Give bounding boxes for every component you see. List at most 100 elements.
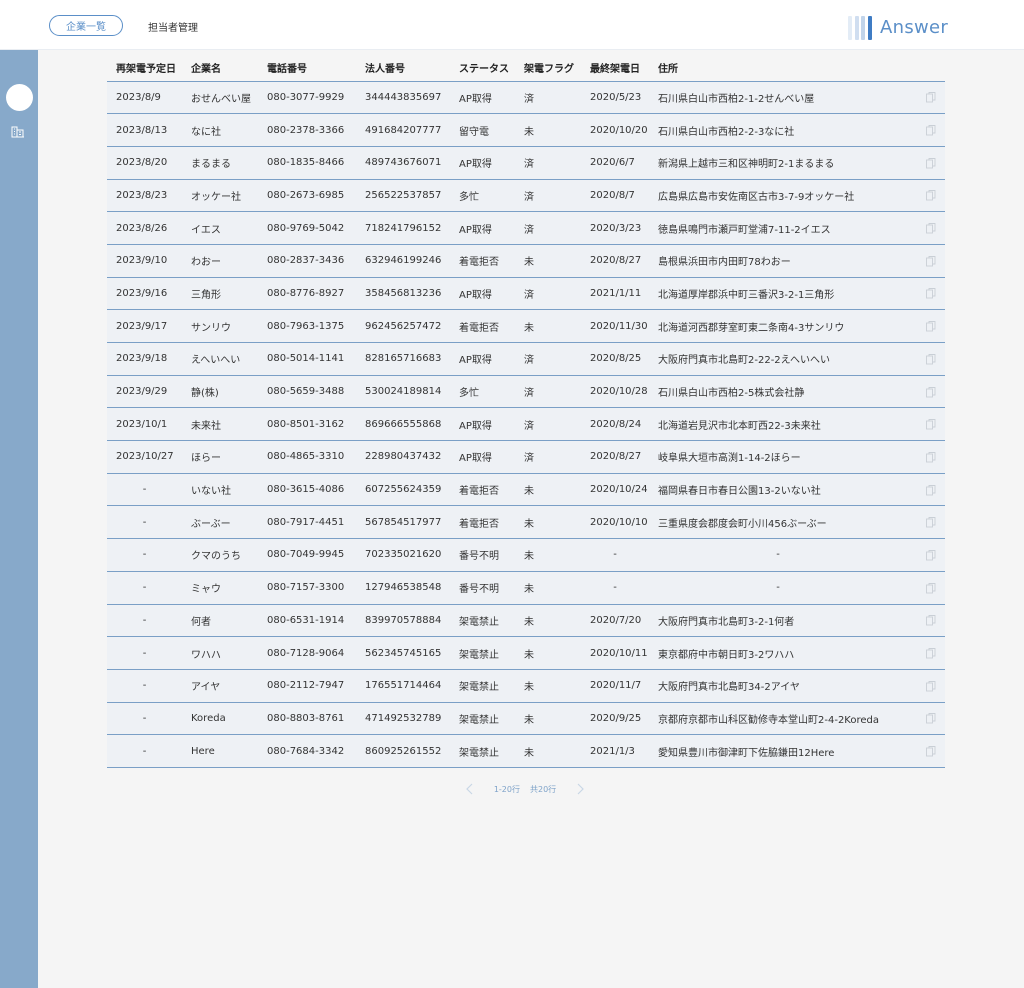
copy-icon[interactable] [925,287,937,299]
copy-icon[interactable] [925,516,937,528]
cell-actions [907,636,945,670]
pagination-range: 1-20行 [493,784,520,794]
nav-company-list[interactable]: 企業一覧 [49,15,123,36]
cell-address: 広島県広島市安佐南区古市3-7-9オッケー社 [649,179,907,213]
table-row[interactable]: - ぶーぶー 080-7917-4451 567854517977 着電拒否未 2020/… [107,505,945,540]
cell-corporate-number: 491684207777 [356,113,450,147]
cell-call-flag: 未 [515,244,581,278]
cell-company-name: ワハハ [182,636,258,670]
table-row[interactable]: 2023/8/26 イエス 080-9769-5042 718241796152 AP取… [107,211,945,245]
copy-icon[interactable] [925,712,937,724]
copy-icon[interactable] [925,418,937,430]
table-row[interactable]: - ミャウ 080-7157-3300 127946538548 番号不明未 - - [107,571,945,605]
table-row[interactable]: 2023/8/13 なに社 080-2378-3366 491684207777 留守電… [107,113,945,147]
column-header-last-call-date[interactable]: 最終架電日 [581,54,649,82]
cell-status: 着電拒否 [450,505,515,540]
cell-status: AP取得 [450,211,515,245]
cell-recall-date: 2023/9/29 [107,375,182,409]
chevron-right-icon[interactable] [575,783,585,795]
table-row[interactable]: 2023/9/10 わおー 080-2837-3436 632946199246 着電拒… [107,244,945,278]
cell-actions [907,375,945,409]
table-row[interactable]: - Here 080-7684-3342 860925261552 架電禁止未 2021/… [107,734,945,768]
copy-icon[interactable] [925,647,937,659]
column-header-address[interactable]: 住所 [649,54,907,82]
cell-company-name: クマのうち [182,538,258,572]
copy-icon[interactable] [925,484,937,496]
table-row[interactable]: 2023/9/29 静(株) 080-5659-3488 530024189814 多忙… [107,375,945,409]
cell-phone: 080-9769-5042 [258,211,356,245]
copy-icon[interactable] [925,353,937,365]
table-row[interactable]: - ワハハ 080-7128-9064 562345745165 架電禁止未 2020/1… [107,636,945,670]
cell-call-flag: 済 [515,407,581,442]
table-row[interactable]: 2023/9/16 三角形 080-8776-8927 358456813236 AP取… [107,277,945,311]
building-icon[interactable] [11,124,25,138]
cell-recall-date: - [107,571,182,605]
table-row[interactable]: 2023/8/20 まるまる 080-1835-8466 489743676071 AP… [107,146,945,180]
column-header-company-name[interactable]: 企業名 [182,54,258,82]
avatar[interactable] [6,84,33,111]
copy-icon[interactable] [925,451,937,463]
copy-icon[interactable] [925,91,937,103]
cell-last-call-date: 2020/10/10 [581,505,649,540]
cell-phone: 080-2378-3366 [258,113,356,147]
cell-status: 番号不明 [450,538,515,572]
cell-actions [907,440,945,474]
cell-actions [907,277,945,311]
cell-status: 架電禁止 [450,734,515,768]
cell-call-flag: 済 [515,375,581,409]
cell-company-name: アイヤ [182,669,258,703]
table-row[interactable]: - アイヤ 080-2112-7947 176551714464 架電禁止未 2020/1… [107,669,945,703]
cell-corporate-number: 839970578884 [356,604,450,638]
table-row[interactable]: 2023/10/27 ほらー 080-4865-3310 228980437432 AP… [107,440,945,474]
nav-staff-management[interactable]: 担当者管理 [148,19,198,34]
cell-corporate-number: 358456813236 [356,277,450,311]
cell-address: - [649,538,907,572]
cell-corporate-number: 228980437432 [356,440,450,474]
copy-icon[interactable] [925,189,937,201]
cell-actions [907,505,945,540]
cell-actions [907,571,945,605]
cell-last-call-date: 2020/7/20 [581,604,649,638]
table-row[interactable]: 2023/10/1 未来社 080-8501-3162 869666555868 AP取… [107,407,945,442]
copy-icon[interactable] [925,124,937,136]
chevron-left-icon[interactable] [465,783,475,795]
cell-call-flag: 済 [515,81,581,115]
cell-address: 三重県度会郡度会町小川456ぶーぶー [649,505,907,540]
copy-icon[interactable] [925,582,937,594]
copy-icon[interactable] [925,745,937,757]
copy-icon[interactable] [925,386,937,398]
table-row[interactable]: 2023/9/18 えへいへい 080-5014-1141 828165716683 A… [107,342,945,376]
column-header-status[interactable]: ステータス [450,54,515,82]
table-header-row: 再架電予定日 企業名 電話番号 法人番号 ステータス 架電フラグ 最終架電日 住… [107,54,945,82]
column-header-call-flag[interactable]: 架電フラグ [515,54,581,82]
table-row[interactable]: - Koreda 080-8803-8761 471492532789 架電禁止未 202… [107,702,945,736]
copy-icon[interactable] [925,157,937,169]
column-header-corporate-number[interactable]: 法人番号 [356,54,450,82]
cell-actions [907,604,945,638]
cell-phone: 080-7917-4451 [258,505,356,540]
column-header-phone[interactable]: 電話番号 [258,54,356,82]
copy-icon[interactable] [925,255,937,267]
copy-icon[interactable] [925,614,937,626]
cell-call-flag: 済 [515,211,581,245]
copy-icon[interactable] [925,320,937,332]
copy-icon[interactable] [925,680,937,692]
column-header-recall-date[interactable]: 再架電予定日 [107,54,182,82]
cell-phone: 080-5659-3488 [258,375,356,409]
cell-address: 北海道厚岸郡浜中町三番沢3-2-1三角形 [649,277,907,311]
cell-phone: 080-1835-8466 [258,146,356,180]
table-row[interactable]: 2023/9/17 サンリウ 080-7963-1375 962456257472 着電… [107,309,945,343]
table-row[interactable]: 2023/8/9 おせんべい屋 080-3077-9929 344443835697 A… [107,81,945,115]
cell-actions [907,211,945,245]
cell-company-name: えへいへい [182,342,258,376]
cell-call-flag: 未 [515,113,581,147]
copy-icon[interactable] [925,549,937,561]
copy-icon[interactable] [925,222,937,234]
table-row[interactable]: - クマのうち 080-7049-9945 702335021620 番号不明未 - - [107,538,945,572]
cell-corporate-number: 530024189814 [356,375,450,409]
table-row[interactable]: - 何者 080-6531-1914 839970578884 架電禁止未 2020/7/… [107,604,945,638]
cell-status: AP取得 [450,277,515,311]
cell-company-name: オッケー社 [182,179,258,213]
table-row[interactable]: - いない社 080-3615-4086 607255624359 着電拒否未 2020/… [107,473,945,507]
table-row[interactable]: 2023/8/23 オッケー社 080-2673-6985 256522537857 多… [107,179,945,213]
